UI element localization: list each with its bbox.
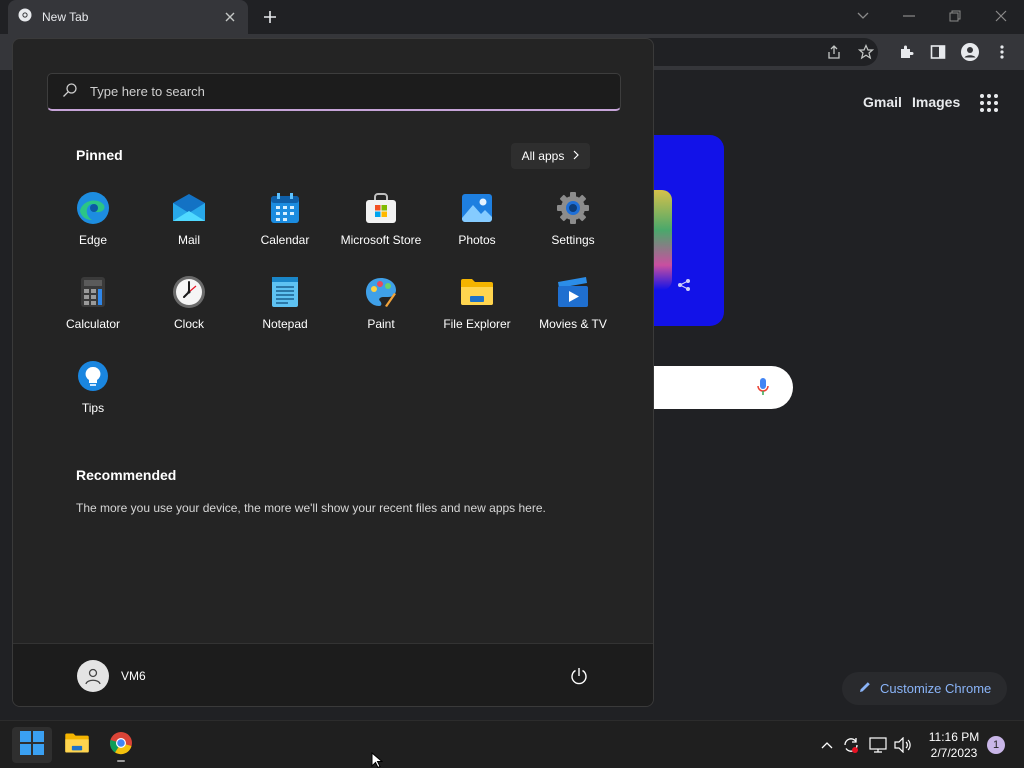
pinned-title: Pinned (76, 147, 123, 163)
pinned-app-notepad[interactable]: Notepad (237, 271, 333, 355)
pinned-app-edge[interactable]: Edge (45, 187, 141, 271)
running-indicator (117, 760, 125, 762)
pinned-app-clock[interactable]: Clock (141, 271, 237, 355)
start-button[interactable] (12, 727, 52, 763)
tips-icon (76, 359, 110, 393)
settings-icon (556, 191, 590, 225)
pinned-app-label: Settings (551, 233, 595, 247)
share-icon[interactable] (824, 42, 844, 62)
extensions-icon[interactable] (896, 42, 916, 62)
file-explorer-icon (460, 275, 494, 309)
clock-icon (172, 275, 206, 309)
taskbar-file-explorer[interactable] (57, 727, 97, 763)
taskbar: 11:16 PM 2/7/2023 1 (0, 720, 1024, 768)
pinned-app-file-explorer[interactable]: File Explorer (429, 271, 525, 355)
pinned-app-label: Notepad (262, 317, 308, 331)
user-name: VM6 (121, 669, 146, 683)
new-tab-button[interactable] (258, 6, 282, 28)
movies-tv-icon (556, 275, 590, 309)
pinned-apps-grid: Edge Mail Calendar Microsoft Store Photo… (45, 187, 621, 439)
pinned-app-label: Calculator (65, 317, 121, 331)
pinned-app-label: Edge (78, 233, 108, 247)
file-explorer-taskbar-icon (64, 732, 90, 759)
clock-date: 2/7/2023 (930, 746, 978, 760)
edge-icon (76, 191, 110, 225)
start-search-input[interactable]: Type here to search (47, 73, 621, 111)
search-icon (62, 82, 78, 101)
windows-logo-icon (20, 730, 44, 760)
pinned-app-movies-tv[interactable]: Movies & TV (525, 271, 621, 355)
all-apps-button[interactable]: All apps (511, 143, 590, 169)
pinned-app-paint[interactable]: Paint (333, 271, 429, 355)
show-hidden-icons-chevron-icon[interactable] (817, 735, 837, 755)
store-icon (364, 191, 398, 225)
customize-chrome-button[interactable]: Customize Chrome (842, 672, 1007, 705)
calendar-icon (268, 191, 302, 225)
calculator-icon (76, 275, 110, 309)
side-panel-icon[interactable] (928, 42, 948, 62)
power-icon[interactable] (569, 666, 589, 686)
chevron-right-icon (573, 149, 580, 163)
search-placeholder: Type here to search (90, 84, 205, 99)
pencil-icon (858, 680, 872, 697)
mail-icon (172, 191, 206, 225)
taskbar-clock[interactable]: 11:16 PM 2/7/2023 (920, 729, 988, 761)
paint-icon (364, 275, 398, 309)
pinned-app-calculator[interactable]: Calculator (45, 271, 141, 355)
notification-badge[interactable]: 1 (987, 736, 1005, 754)
pinned-app-label: File Explorer (443, 317, 511, 331)
pinned-app-label: Mail (177, 233, 200, 247)
clock-time: 11:16 PM (928, 730, 980, 744)
browser-tab[interactable]: New Tab (8, 0, 248, 34)
mouse-cursor-icon (371, 751, 384, 768)
pinned-app-tips[interactable]: Tips (45, 355, 141, 439)
volume-icon[interactable] (893, 735, 913, 755)
recommended-title: Recommended (76, 467, 177, 483)
tab-close-icon[interactable] (222, 9, 238, 25)
pinned-app-label: Microsoft Store (340, 233, 422, 247)
minimize-icon[interactable] (897, 6, 921, 26)
pinned-app-calendar[interactable]: Calendar (237, 187, 333, 271)
pinned-app-label: Clock (173, 317, 204, 331)
pinned-app-label: Calendar (260, 233, 310, 247)
user-avatar-icon (77, 660, 109, 692)
pinned-app-mail[interactable]: Mail (141, 187, 237, 271)
sync-icon[interactable] (841, 735, 861, 755)
all-apps-label: All apps (521, 149, 565, 163)
profile-icon[interactable] (960, 42, 980, 62)
network-icon[interactable] (868, 735, 888, 755)
doodle-share-icon[interactable] (676, 277, 692, 298)
gmail-link[interactable]: Gmail (863, 94, 902, 110)
notepad-icon (268, 275, 302, 309)
chrome-icon (109, 731, 133, 760)
photos-icon (460, 191, 494, 225)
recommended-empty-text: The more you use your device, the more w… (76, 501, 546, 515)
pinned-app-label: Movies & TV (539, 317, 607, 331)
restore-icon[interactable] (943, 6, 967, 26)
bookmark-star-icon[interactable] (856, 42, 876, 62)
pinned-app-photos[interactable]: Photos (429, 187, 525, 271)
pinned-app-label: Tips (81, 401, 105, 415)
voice-search-mic-icon[interactable] (756, 377, 770, 402)
start-menu: Type here to search Pinned All apps Edge… (12, 38, 654, 707)
taskbar-chrome[interactable] (101, 727, 141, 763)
pinned-app-microsoft-store[interactable]: Microsoft Store (333, 187, 429, 271)
close-window-icon[interactable] (989, 6, 1013, 26)
chrome-favicon-icon (18, 8, 32, 27)
google-apps-icon[interactable] (980, 94, 998, 112)
pinned-app-label: Photos (458, 233, 496, 247)
browser-tabstrip: New Tab (0, 0, 1024, 34)
chrome-menu-icon[interactable] (992, 42, 1012, 62)
user-account-button[interactable]: VM6 (77, 660, 146, 692)
images-link[interactable]: Images (912, 94, 960, 110)
pinned-app-settings[interactable]: Settings (525, 187, 621, 271)
tab-search-chevron-icon[interactable] (851, 6, 875, 26)
pinned-app-label: Paint (367, 317, 395, 331)
start-menu-footer: VM6 (13, 643, 653, 706)
customize-chrome-label: Customize Chrome (880, 681, 992, 696)
tab-title: New Tab (42, 10, 89, 24)
